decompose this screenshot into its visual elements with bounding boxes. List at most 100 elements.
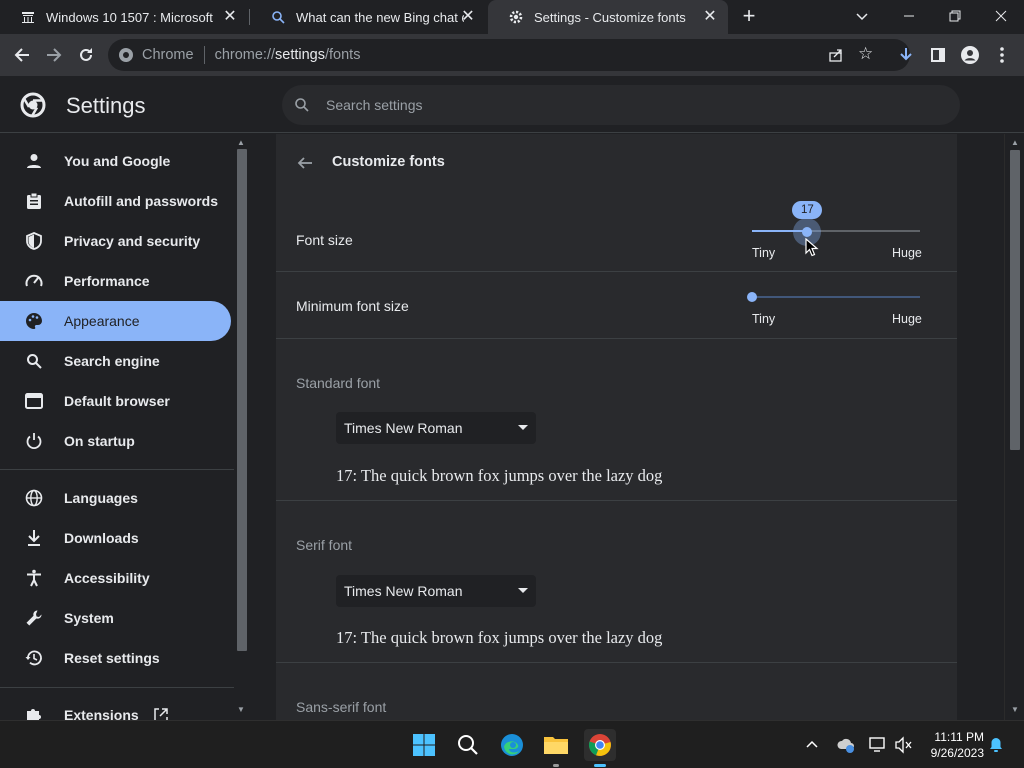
min-font-size-slider-track[interactable]: [752, 296, 920, 298]
scroll-down-arrow-icon[interactable]: ▼: [1011, 705, 1019, 714]
browser-toolbar: Chrome chrome://settings/fonts ☆: [0, 34, 1024, 76]
scroll-down-arrow-icon[interactable]: ▼: [237, 705, 245, 714]
scroll-up-arrow-icon[interactable]: ▲: [1011, 138, 1019, 147]
new-tab-button[interactable]: +: [738, 5, 760, 28]
sidebar-item-reset-settings[interactable]: Reset settings: [0, 638, 231, 678]
search-settings-input[interactable]: Search settings: [282, 85, 960, 125]
min-font-size-slider-knob[interactable]: [747, 292, 757, 302]
download-indicator-icon[interactable]: [894, 43, 918, 67]
serif-font-heading: Serif font: [296, 537, 353, 553]
clock-time: 11:11 PM: [934, 730, 984, 744]
sidebar-item-label: Languages: [64, 490, 138, 506]
sidebar-item-label: Extensions: [64, 707, 139, 720]
serif-font-sample: 17: The quick brown fox jumps over the l…: [336, 628, 663, 647]
sidebar-item-autofill[interactable]: Autofill and passwords: [0, 181, 231, 221]
sidebar-item-languages[interactable]: Languages: [0, 478, 231, 518]
side-panel-icon[interactable]: [926, 43, 950, 67]
row-divider: [276, 662, 957, 663]
clock[interactable]: 11:11 PM 9/26/2023: [920, 729, 984, 761]
gear-icon: [508, 9, 524, 25]
bookmark-star-icon[interactable]: ☆: [858, 45, 874, 62]
tab-close-icon[interactable]: ✕: [222, 9, 238, 25]
share-icon[interactable]: [828, 47, 844, 63]
back-button[interactable]: [10, 43, 34, 67]
sidebar-item-label: Autofill and passwords: [64, 193, 219, 209]
sidebar-item-accessibility[interactable]: Accessibility: [0, 558, 231, 598]
clipboard-icon: [24, 191, 44, 211]
address-bar[interactable]: Chrome chrome://settings/fonts ☆: [108, 39, 910, 71]
restore-button[interactable]: [944, 5, 966, 27]
main-content: Customize fonts Font size 17 Tiny Huge M…: [250, 134, 1004, 720]
sidebar-item-extensions[interactable]: Extensions: [0, 695, 231, 720]
accessibility-icon: [24, 568, 44, 588]
search-icon: [270, 9, 286, 25]
sidebar-item-privacy[interactable]: Privacy and security: [0, 221, 231, 261]
tab-title: Windows 10 1507 : Microsoft : Fr: [46, 9, 216, 25]
main-scroll-thumb[interactable]: [1010, 150, 1020, 450]
windows-start-icon[interactable]: [408, 729, 440, 761]
standard-font-select[interactable]: Times New Roman: [336, 412, 536, 444]
power-icon: [24, 431, 44, 451]
url-scheme: chrome://: [214, 47, 276, 63]
back-arrow-icon[interactable]: [296, 154, 314, 172]
search-icon: [294, 97, 310, 113]
sidebar-item-you-and-google[interactable]: You and Google: [0, 141, 231, 181]
globe-icon: [24, 488, 44, 508]
active-app-indicator: [594, 764, 606, 767]
site-chip: Chrome: [142, 47, 194, 63]
palette-icon: [24, 311, 44, 331]
file-explorer-icon[interactable]: [540, 729, 572, 761]
slider-max-label: Huge: [892, 246, 922, 260]
sidebar-item-search-engine[interactable]: Search engine: [0, 341, 231, 381]
reload-button[interactable]: [74, 43, 98, 67]
tab-close-icon[interactable]: ✕: [460, 9, 476, 25]
show-hidden-icons-chevron-icon[interactable]: [804, 736, 820, 752]
browser-icon: [24, 391, 44, 411]
sidebar-item-on-startup[interactable]: On startup: [0, 421, 231, 461]
sidebar-scroll-thumb[interactable]: [237, 149, 247, 651]
tab-strip: Windows 10 1507 : Microsoft : Fr ✕ What …: [0, 0, 1024, 34]
scroll-up-arrow-icon[interactable]: ▲: [237, 138, 245, 147]
slider-min-label: Tiny: [752, 246, 776, 260]
network-monitor-icon[interactable]: [868, 736, 888, 754]
settings-header: Settings Search settings: [0, 76, 1024, 133]
minimum-font-size-label: Minimum font size: [296, 298, 409, 314]
notification-bell-icon[interactable]: [988, 737, 1004, 753]
sidebar-item-appearance[interactable]: Appearance: [0, 301, 231, 341]
tab-bing[interactable]: What can the new Bing chat do f ✕: [250, 0, 486, 34]
menu-kebab-icon[interactable]: [990, 43, 1014, 67]
onedrive-cloud-icon[interactable]: [836, 736, 856, 754]
mouse-cursor-icon: [805, 237, 820, 258]
main-scrollbar[interactable]: ▲ ▼: [1004, 134, 1024, 720]
volume-muted-icon[interactable]: [894, 736, 914, 754]
close-window-button[interactable]: [990, 5, 1012, 27]
sidebar-item-downloads[interactable]: Downloads: [0, 518, 231, 558]
serif-font-select[interactable]: Times New Roman: [336, 575, 536, 607]
taskbar-search-icon[interactable]: [452, 729, 484, 761]
tab-close-icon[interactable]: ✕: [702, 9, 718, 25]
sidebar-item-performance[interactable]: Performance: [0, 261, 231, 301]
wrench-icon: [24, 608, 44, 628]
tab-search-chevron-icon[interactable]: [852, 6, 872, 26]
sidebar-scrollbar[interactable]: ▲ ▼: [234, 134, 250, 720]
open-in-new-icon: [153, 707, 169, 720]
edge-browser-icon[interactable]: [496, 729, 528, 761]
select-value: Times New Roman: [344, 583, 463, 599]
tab-archive[interactable]: Windows 10 1507 : Microsoft : Fr ✕: [0, 0, 248, 34]
tab-settings[interactable]: Settings - Customize fonts ✕: [488, 0, 728, 34]
minimize-button[interactable]: [898, 6, 920, 26]
sidebar-item-label: System: [64, 610, 114, 626]
forward-button[interactable]: [42, 43, 66, 67]
shield-icon: [24, 231, 44, 251]
page-title: Settings: [66, 93, 146, 118]
sidebar-item-default-browser[interactable]: Default browser: [0, 381, 231, 421]
sidebar-item-system[interactable]: System: [0, 598, 231, 638]
row-divider: [276, 338, 957, 339]
chrome-settings-logo-icon: [20, 92, 46, 118]
customize-fonts-card: Customize fonts Font size 17 Tiny Huge M…: [276, 134, 957, 720]
url-host: settings: [275, 47, 325, 63]
chrome-taskbar-icon[interactable]: [584, 729, 616, 761]
standard-font-sample: 17: The quick brown fox jumps over the l…: [336, 466, 663, 485]
profile-avatar-icon[interactable]: [958, 43, 982, 67]
standard-font-heading: Standard font: [296, 375, 381, 391]
